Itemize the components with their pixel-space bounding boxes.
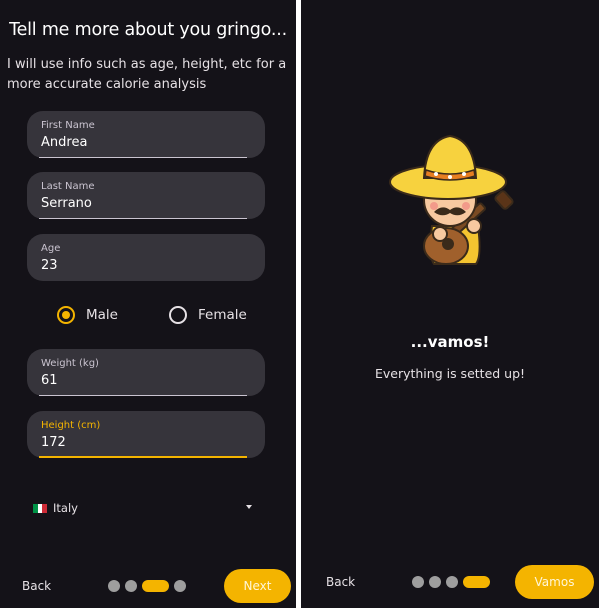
page-title: Tell me more about you gringo... <box>9 20 287 40</box>
italy-flag-icon <box>33 503 48 513</box>
height-label: Height (cm) <box>41 420 101 431</box>
vamos-button[interactable]: Vamos <box>515 565 594 599</box>
first-name-field[interactable]: First Name Andrea <box>27 111 265 158</box>
age-label: Age <box>41 243 61 254</box>
country-name: Italy <box>53 501 78 515</box>
radio-unchecked-icon[interactable] <box>169 306 187 324</box>
done-screen: ...vamos! Everything is setted up! Back … <box>301 0 599 608</box>
done-heading: ...vamos! <box>410 333 490 351</box>
radio-checked-icon[interactable] <box>57 306 75 324</box>
field-underline-focused <box>39 456 247 458</box>
first-name-value[interactable]: Andrea <box>41 135 87 150</box>
age-value[interactable]: 23 <box>41 258 58 273</box>
step-dot-active <box>142 580 169 592</box>
weight-field[interactable]: Weight (kg) 61 <box>27 349 265 396</box>
gender-radio-female[interactable]: Female <box>169 306 247 324</box>
gender-male-label: Male <box>86 307 118 323</box>
field-underline <box>39 218 247 219</box>
height-value[interactable]: 172 <box>41 435 66 450</box>
dropdown-caret-icon[interactable] <box>246 505 252 509</box>
mariachi-mascot-illustration <box>389 134 514 265</box>
gender-female-label: Female <box>198 307 247 323</box>
step-dot-active <box>463 576 490 588</box>
back-button[interactable]: Back <box>22 579 51 593</box>
weight-value[interactable]: 61 <box>41 373 58 388</box>
step-dot <box>446 576 458 588</box>
height-field[interactable]: Height (cm) 172 <box>27 411 265 458</box>
step-dot <box>125 580 137 592</box>
page-subtitle: I will use info such as age, height, etc… <box>7 57 287 92</box>
step-indicator <box>108 580 191 592</box>
step-dot <box>108 580 120 592</box>
done-message: Everything is setted up! <box>374 366 526 381</box>
last-name-label: Last Name <box>41 181 95 192</box>
profile-screen: Tell me more about you gringo... I will … <box>0 0 296 608</box>
last-name-value[interactable]: Serrano <box>41 196 92 211</box>
first-name-label: First Name <box>41 120 95 131</box>
gender-radio-male[interactable]: Male <box>57 306 118 324</box>
country-dropdown[interactable]: Italy <box>33 499 255 517</box>
field-underline <box>39 395 247 396</box>
last-name-field[interactable]: Last Name Serrano <box>27 172 265 219</box>
back-button[interactable]: Back <box>326 575 355 589</box>
age-field[interactable]: Age 23 <box>27 234 265 281</box>
field-underline <box>39 157 247 158</box>
step-indicator <box>412 576 495 588</box>
step-dot <box>174 580 186 592</box>
step-dot <box>429 576 441 588</box>
weight-label: Weight (kg) <box>41 358 99 369</box>
next-button[interactable]: Next <box>224 569 291 603</box>
step-dot <box>412 576 424 588</box>
